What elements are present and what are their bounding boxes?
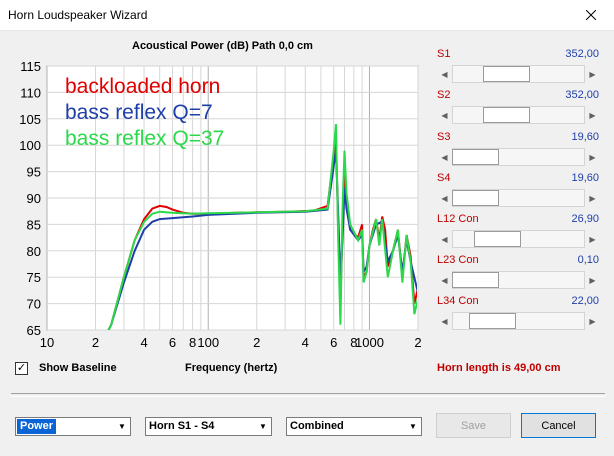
slider-label: L34 Con [437, 295, 479, 307]
y-tick-label: 95 [27, 165, 41, 180]
slider-s1: S1 352,00 ◀ ▶ [437, 48, 600, 84]
x-tick-label: 1000 [355, 335, 384, 350]
x-tick-label: 6 [330, 335, 337, 350]
slider-value: 19,60 [571, 131, 599, 143]
x-tick-label: 100 [197, 335, 219, 350]
y-tick-label: 75 [27, 270, 41, 285]
chevron-down-icon[interactable]: ▼ [255, 418, 271, 435]
scroll-right-icon[interactable]: ▶ [585, 148, 600, 166]
slider-thumb[interactable] [452, 272, 499, 288]
scroll-right-icon[interactable]: ▶ [585, 65, 600, 83]
slider-label: S1 [437, 48, 451, 60]
scroll-left-icon[interactable]: ◀ [437, 148, 452, 166]
x-tick-label: 2 [253, 335, 260, 350]
slider-thumb[interactable] [452, 190, 499, 206]
mode-select[interactable]: Power ▼ [15, 417, 131, 436]
chevron-down-icon[interactable]: ▼ [405, 418, 421, 435]
legend-entry: backloaded horn [65, 75, 220, 98]
slider-value: 26,90 [571, 213, 599, 225]
scroll-right-icon[interactable]: ▶ [585, 106, 600, 124]
x-tick-label: 2 [414, 335, 421, 350]
power-chart: 6570758085909510010511011510 2 4 6 8 100 2 4 6 81… [19, 59, 421, 350]
legend-entry: bass reflex Q=7 [65, 101, 213, 124]
slider-l23: L23 Con 0,10 ◀ ▶ [437, 254, 600, 290]
scroll-right-icon[interactable]: ▶ [585, 189, 600, 207]
scroll-right-icon[interactable]: ▶ [585, 230, 600, 248]
slider-thumb[interactable] [452, 149, 499, 165]
slider-value: 22,00 [571, 295, 599, 307]
slider-value: 19,60 [571, 172, 599, 184]
slider-label: L23 Con [437, 254, 479, 266]
save-button[interactable]: Save [436, 413, 511, 438]
close-icon [586, 10, 596, 20]
slider-thumb[interactable] [473, 231, 521, 247]
scroll-left-icon[interactable]: ◀ [437, 189, 452, 207]
range-select[interactable]: Horn S1 - S4 ▼ [145, 417, 272, 436]
y-tick-label: 90 [27, 191, 41, 206]
slider-l34: L34 Con 22,00 ◀ ▶ [437, 295, 600, 331]
legend-entry: bass reflex Q=37 [65, 127, 224, 150]
show-baseline-checkbox[interactable]: ✓ [15, 362, 28, 375]
slider-thumb[interactable] [469, 313, 517, 329]
scroll-right-icon[interactable]: ▶ [585, 312, 600, 330]
combine-select[interactable]: Combined ▼ [286, 417, 422, 436]
slider-s2: S2 352,00 ◀ ▶ [437, 89, 600, 125]
cancel-button[interactable]: Cancel [521, 413, 596, 438]
slider-label: S4 [437, 172, 451, 184]
scroll-right-icon[interactable]: ▶ [585, 271, 600, 289]
mode-select-value: Power [17, 419, 57, 434]
scroll-left-icon[interactable]: ◀ [437, 65, 452, 83]
x-tick-label: 2 [92, 335, 99, 350]
x-axis-label: Frequency (hertz) [185, 362, 278, 374]
slider-s4: S4 19,60 ◀ ▶ [437, 172, 600, 208]
slider-thumb[interactable] [482, 66, 530, 82]
close-button[interactable] [568, 0, 614, 30]
scroll-left-icon[interactable]: ◀ [437, 230, 452, 248]
scroll-left-icon[interactable]: ◀ [437, 106, 452, 124]
x-tick-label: 8 [189, 335, 196, 350]
slider-label: S2 [437, 89, 451, 101]
y-tick-label: 80 [27, 244, 41, 259]
slider-label: L12 Con [437, 213, 479, 225]
title-bar: Horn Loudspeaker Wizard [0, 0, 614, 31]
slider-s3: S3 19,60 ◀ ▶ [437, 131, 600, 167]
y-tick-label: 110 [20, 85, 41, 100]
slider-value: 352,00 [565, 48, 599, 60]
y-tick-label: 100 [19, 138, 41, 153]
x-tick-label: 4 [140, 335, 147, 350]
y-tick-label: 115 [20, 59, 41, 74]
y-tick-label: 105 [19, 112, 41, 127]
window-title: Horn Loudspeaker Wizard [8, 8, 148, 22]
y-tick-label: 85 [27, 217, 41, 232]
scroll-left-icon[interactable]: ◀ [437, 271, 452, 289]
separator [11, 393, 605, 397]
slider-l12: L12 Con 26,90 ◀ ▶ [437, 213, 600, 249]
scroll-left-icon[interactable]: ◀ [437, 312, 452, 330]
y-tick-label: 70 [27, 297, 41, 312]
x-tick-label: 4 [302, 335, 309, 350]
slider-value: 352,00 [565, 89, 599, 101]
x-tick-label: 10 [40, 335, 54, 350]
horn-wizard-window: Horn Loudspeaker Wizard Acoustical Power… [0, 0, 614, 456]
chevron-down-icon[interactable]: ▼ [114, 418, 130, 435]
combine-select-value: Combined [290, 420, 344, 432]
chart-title: Acoustical Power (dB) Path 0,0 cm [132, 40, 313, 52]
slider-value: 0,10 [577, 254, 599, 266]
horn-length-text: Horn length is 49,00 cm [437, 362, 561, 374]
x-tick-label: 6 [169, 335, 176, 350]
slider-thumb[interactable] [482, 107, 530, 123]
range-select-value: Horn S1 - S4 [149, 420, 215, 432]
show-baseline-label[interactable]: Show Baseline [39, 362, 117, 374]
slider-label: S3 [437, 131, 451, 143]
